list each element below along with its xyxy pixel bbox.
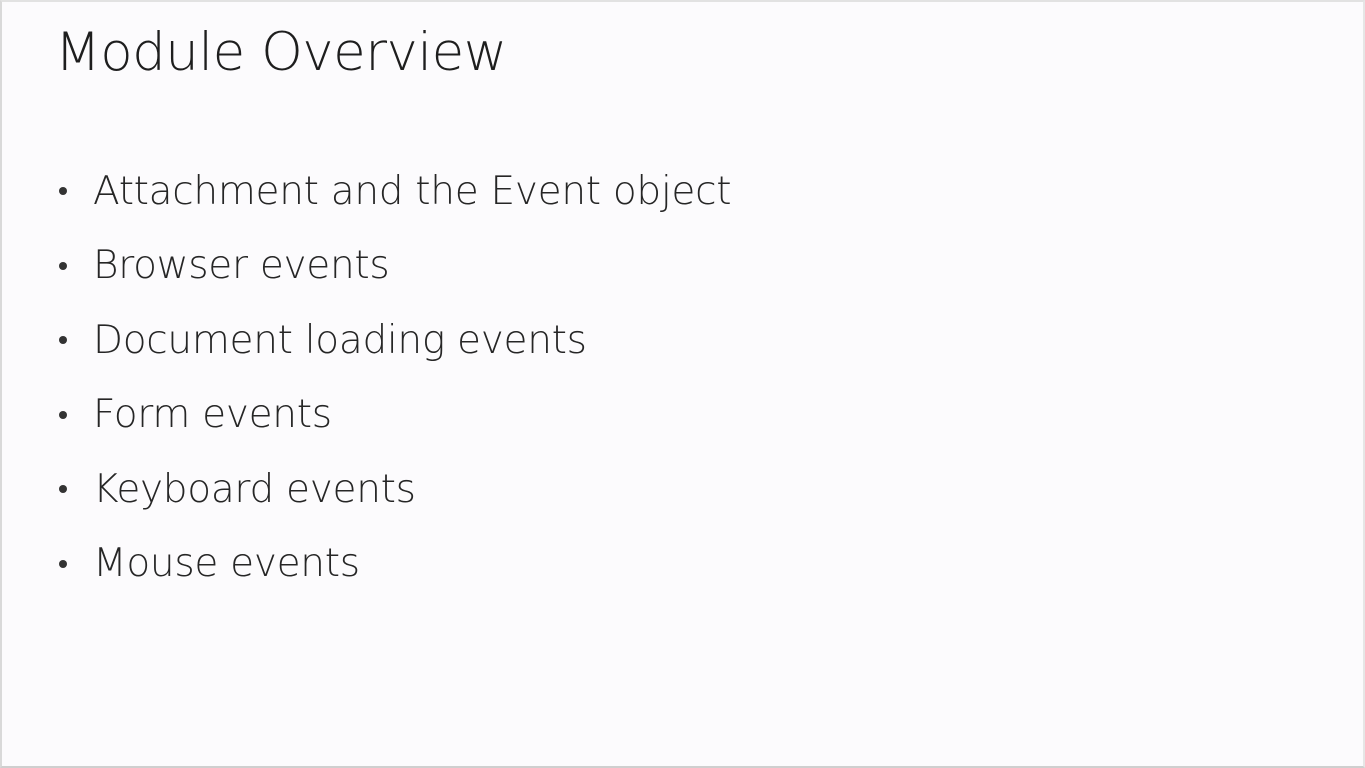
bullet-icon (59, 187, 67, 196)
bullet-item: Document loading events (54, 303, 731, 378)
slide-title: Module Overview (55, 22, 507, 83)
bullet-item: Mouse events (54, 527, 731, 602)
bullet-text: Attachment and the Event object (93, 168, 732, 214)
bullet-icon (59, 559, 67, 568)
bullet-icon (59, 336, 67, 345)
bullet-icon (59, 485, 67, 494)
bullet-icon (59, 410, 67, 419)
bullet-text: Keyboard events (93, 466, 416, 512)
bullet-text: Mouse events (93, 541, 360, 587)
bullet-text: Form events (93, 392, 332, 438)
bullet-list: Attachment and the Event object Browser … (54, 154, 732, 602)
bullet-item: Attachment and the Event object (54, 154, 732, 229)
bullet-item: Keyboard events (54, 452, 731, 527)
bullet-text: Browser events (93, 243, 390, 289)
bullet-text: Document loading events (93, 317, 587, 363)
bullet-item: Browser events (54, 229, 731, 304)
bullet-item: Form events (54, 378, 731, 453)
bullet-icon (59, 261, 67, 270)
presentation-slide: Module Overview Attachment and the Event… (0, 0, 1365, 768)
